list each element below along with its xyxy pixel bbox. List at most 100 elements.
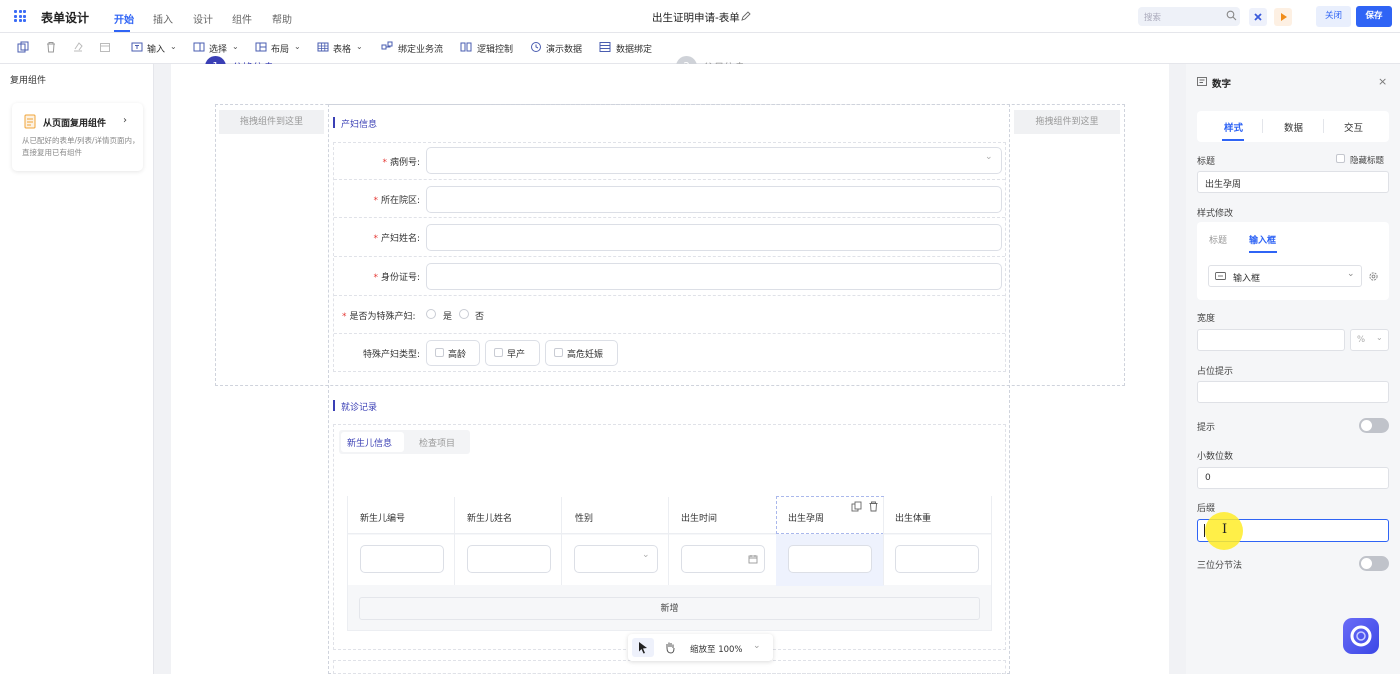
chevron-down-icon[interactable]: ⌄ [1347, 269, 1355, 279]
select-icon[interactable] [193, 41, 205, 53]
layout-icon[interactable] [255, 41, 267, 53]
demo-data-icon[interactable] [530, 41, 542, 53]
width-unit-select[interactable] [1350, 329, 1389, 351]
tab-interaction[interactable]: 交互 [1344, 120, 1363, 134]
close-button[interactable]: 关闭 [1316, 6, 1351, 27]
hide-title-checkbox[interactable] [1336, 154, 1345, 163]
row-divider [334, 217, 1005, 218]
tab-start[interactable]: 开始 [114, 11, 134, 26]
left-dropzone[interactable]: 拖拽组件到这里 [219, 110, 324, 134]
row-divider [334, 179, 1005, 180]
width-input[interactable] [1197, 329, 1345, 351]
table-header-cell: 出生体重 [895, 514, 932, 524]
toolbar-logic[interactable]: 逻辑控制 [477, 42, 513, 55]
hint-toggle[interactable] [1359, 418, 1389, 433]
cell-input-newborn-name[interactable] [467, 545, 551, 573]
chevron-right-icon[interactable]: › [123, 115, 127, 126]
case-no-select[interactable] [426, 147, 1002, 174]
frame-icon[interactable] [99, 41, 111, 53]
toolbar-table-label[interactable]: 表格 [333, 42, 351, 55]
tab-insert[interactable]: 插入 [153, 11, 173, 26]
toolbar-demo-data[interactable]: 演示数据 [546, 42, 582, 55]
flow-icon[interactable] [381, 41, 393, 53]
close-icon[interactable]: × [1378, 75, 1387, 88]
table-header-cell: 性别 [575, 514, 594, 524]
title-input-value: 出生孕周 [1205, 180, 1242, 190]
assistant-float-button[interactable] [1343, 618, 1379, 654]
chevron-down-icon[interactable]: ⌄ [232, 42, 239, 51]
checkbox[interactable] [494, 348, 503, 357]
sub-tab-newborn[interactable]: 新生儿信息 [347, 436, 392, 449]
tab-component[interactable]: 组件 [232, 11, 252, 26]
checkbox[interactable] [435, 348, 444, 357]
style-tab-input[interactable]: 输入框 [1249, 233, 1276, 246]
cell-input-newborn-no[interactable] [360, 545, 444, 573]
chevron-down-icon[interactable]: ⌄ [170, 42, 177, 51]
decimals-input[interactable] [1197, 467, 1389, 489]
checkbox[interactable] [554, 348, 563, 357]
edit-icon[interactable] [741, 11, 751, 21]
radio-no[interactable] [459, 309, 469, 319]
copy-icon[interactable] [17, 41, 29, 53]
toolbar-layout-label[interactable]: 布局 [271, 42, 289, 55]
radio-no-label[interactable]: 否 [475, 309, 484, 322]
tab-data[interactable]: 数据 [1284, 120, 1303, 134]
chevron-down-icon[interactable]: ⌄ [294, 42, 301, 51]
tab-style[interactable]: 样式 [1224, 120, 1243, 134]
assistant-icon [1350, 625, 1372, 647]
hand-icon[interactable] [664, 641, 676, 654]
chevron-down-icon[interactable]: ⌄ [985, 152, 993, 162]
mother-name-input[interactable] [426, 224, 1002, 251]
chevron-down-icon[interactable]: ⌄ [753, 641, 761, 651]
section-title-mother: 产妇信息 [341, 120, 378, 130]
input-icon[interactable] [131, 41, 143, 53]
search-icon[interactable] [1226, 10, 1237, 21]
toolbar-select-label[interactable]: 选择 [209, 42, 227, 55]
pointer-icon[interactable] [637, 641, 649, 654]
chevron-down-icon[interactable]: ⌄ [1376, 333, 1383, 342]
toolbar-data-bind[interactable]: 数据绑定 [616, 42, 652, 55]
row-divider [334, 256, 1005, 257]
cell-input-weight[interactable] [895, 545, 979, 573]
add-row-button[interactable]: 新增 [359, 597, 980, 620]
copy-column-icon[interactable] [851, 501, 862, 512]
chevron-down-icon[interactable]: ⌄ [642, 550, 650, 560]
placeholder-input[interactable] [1197, 381, 1389, 403]
collab-icon[interactable] [1249, 8, 1267, 26]
hide-title-label: 隐藏标题 [1350, 156, 1385, 166]
hospital-input[interactable] [426, 186, 1002, 213]
preview-play-icon[interactable] [1274, 8, 1292, 26]
delete-icon[interactable] [45, 41, 57, 53]
sub-tab-exams[interactable]: 检查项目 [419, 436, 455, 449]
calendar-icon[interactable] [748, 554, 758, 564]
special-type-label: 特殊产妇类型: [362, 350, 420, 360]
chevron-down-icon[interactable]: ⌄ [356, 42, 363, 51]
gear-icon[interactable] [1368, 271, 1379, 282]
width-label: 宽度 [1197, 314, 1216, 324]
search-placeholder: 搜索 [1144, 13, 1162, 23]
cell-input-gestation[interactable] [788, 545, 872, 573]
radio-yes[interactable] [426, 309, 436, 319]
data-bind-icon[interactable] [599, 41, 611, 53]
radio-yes-label[interactable]: 是 [443, 309, 452, 322]
table-header-cell: 出生时间 [681, 514, 718, 524]
app-grid-icon[interactable] [14, 10, 26, 22]
tab-design[interactable]: 设计 [193, 11, 213, 26]
thousands-label: 三位分节法 [1197, 561, 1243, 571]
table-icon[interactable] [317, 41, 329, 53]
id-no-input[interactable] [426, 263, 1002, 290]
save-button[interactable]: 保存 [1356, 6, 1392, 27]
section-marker [333, 400, 335, 411]
logic-icon[interactable] [460, 41, 472, 53]
style-select[interactable] [1208, 265, 1362, 287]
thousands-toggle[interactable] [1359, 556, 1389, 571]
style-tab-title[interactable]: 标题 [1209, 233, 1227, 246]
zoom-level-label[interactable]: 缩放至 100% [690, 643, 743, 655]
text-caret [1204, 524, 1205, 537]
delete-column-icon[interactable] [868, 501, 879, 512]
right-dropzone[interactable]: 拖拽组件到这里 [1014, 110, 1120, 134]
toolbar-bind-flow[interactable]: 绑定业务流 [398, 42, 443, 55]
clear-icon[interactable] [72, 41, 84, 53]
toolbar-input-label[interactable]: 输入 [147, 42, 165, 55]
tab-help[interactable]: 帮助 [272, 11, 292, 26]
